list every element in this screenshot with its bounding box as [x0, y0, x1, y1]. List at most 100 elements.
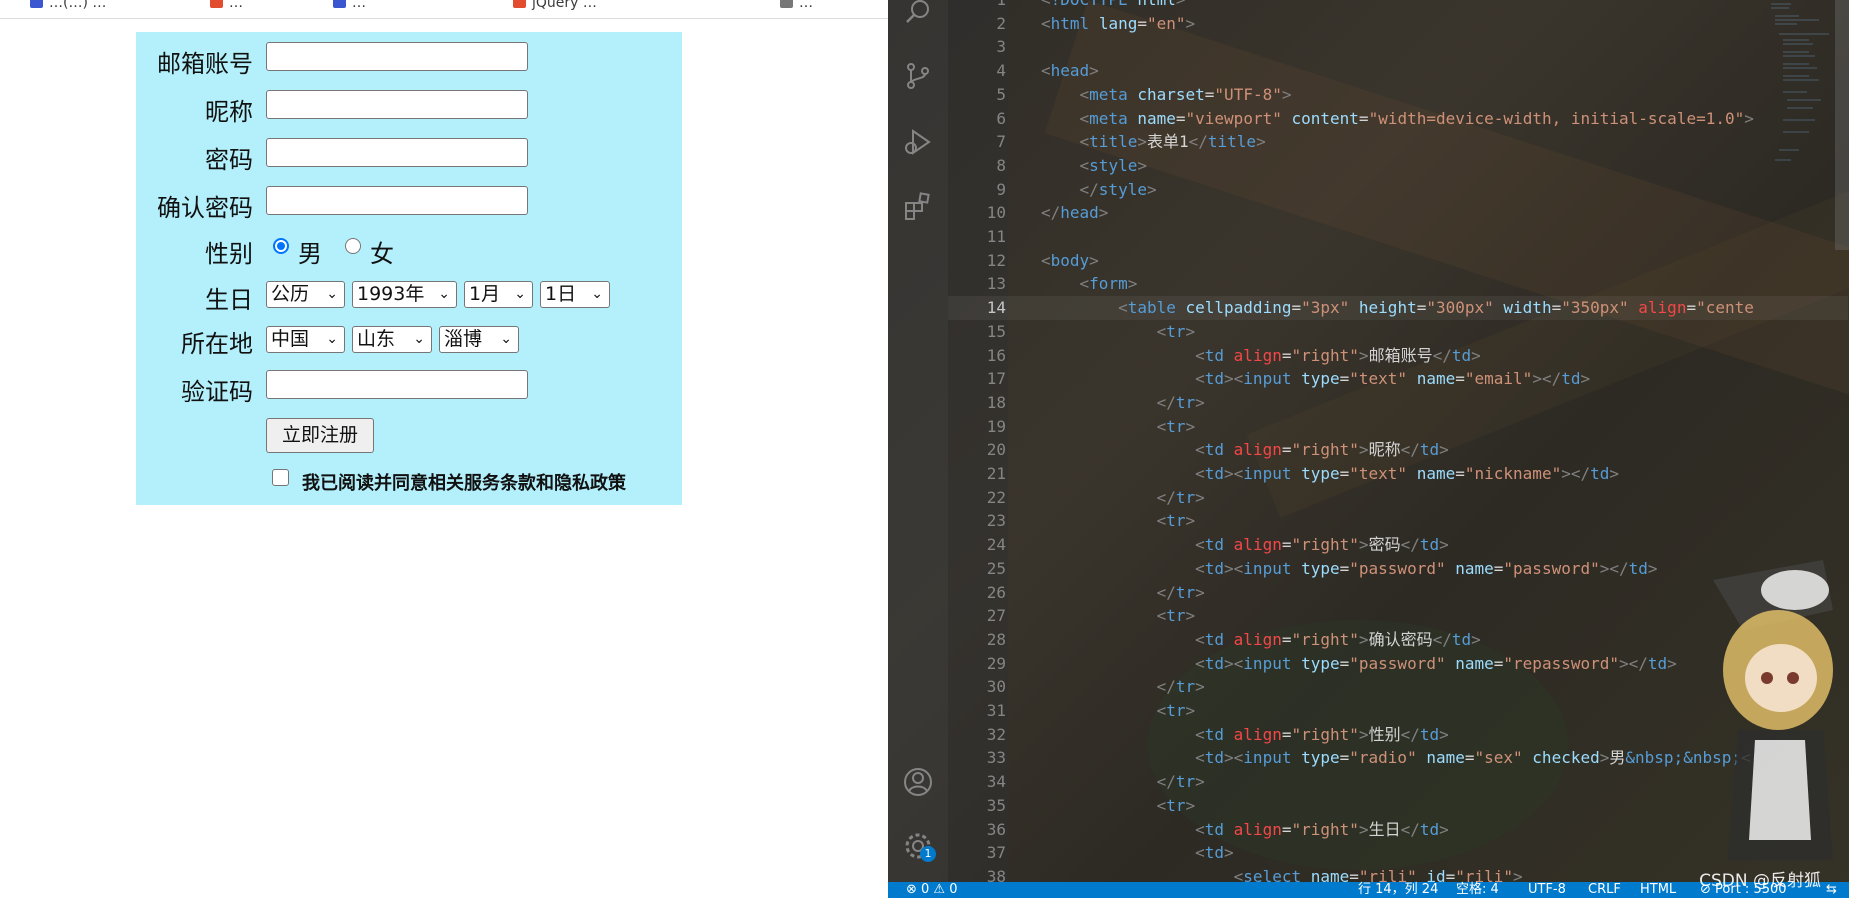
code-line[interactable]: 2 <html lang="en"> [948, 12, 1848, 36]
code-token: width [1503, 298, 1552, 318]
country-select[interactable]: 中国 ⌄ [266, 326, 345, 353]
code-token: < [1079, 132, 1090, 152]
code-line[interactable]: 5 <meta charset="UTF-8"> [948, 83, 1848, 107]
code-line[interactable]: 24 <td align="right">密码</td> [948, 533, 1848, 557]
code-token: > [1146, 179, 1157, 199]
bookmark-item[interactable]: jQuery … [513, 0, 597, 16]
code-line[interactable]: 4 <head> [948, 59, 1848, 83]
repassword-input[interactable] [266, 186, 528, 215]
code-content: <td><input type="text" name="email"></td… [1041, 367, 1590, 391]
code-token: = [1455, 369, 1465, 389]
province-select[interactable]: 山东 ⌄ [352, 326, 432, 353]
run-debug-icon[interactable] [902, 126, 934, 158]
day-select[interactable]: 1日 ⌄ [540, 281, 610, 308]
code-content: <td align="right">性别</td> [1041, 723, 1449, 747]
code-line[interactable]: 11 [948, 225, 1848, 249]
line-number: 25 [986, 558, 1006, 578]
code-line[interactable]: 9 </style> [948, 178, 1848, 202]
line-number: 13 [986, 274, 1006, 294]
bookmark-item[interactable]: …(…) … [30, 0, 106, 16]
nickname-input[interactable] [266, 90, 528, 119]
gender-label: 性别 [205, 240, 253, 268]
problems-indicator[interactable]: ⊗ 0 ⚠ 0 [906, 882, 958, 898]
indentation-status[interactable]: 空格: 4 [1456, 882, 1499, 898]
code-token: td [1204, 629, 1234, 649]
code-token: > [1185, 511, 1196, 531]
code-line[interactable]: 23 <tr> [948, 509, 1848, 533]
code-token: td [1204, 369, 1225, 389]
notifications-icon[interactable]: ⇆ [1826, 882, 1837, 898]
account-icon[interactable] [902, 766, 934, 798]
code-line[interactable]: 22 </tr> [948, 486, 1848, 510]
cursor-position[interactable]: 行 14，列 24 [1358, 882, 1438, 898]
code-token: name [1455, 558, 1494, 578]
code-token: td [1451, 345, 1472, 365]
code-line[interactable]: 21 <td><input type="text" name="nickname… [948, 462, 1848, 486]
code-line[interactable]: 18 </tr> [948, 391, 1848, 415]
eol-status[interactable]: CRLF [1588, 882, 1621, 898]
encoding-status[interactable]: UTF-8 [1528, 882, 1566, 898]
code-token: align [1233, 345, 1282, 365]
gender-male-radio[interactable] [273, 238, 289, 254]
code-token: td [1628, 558, 1648, 578]
code-token: input [1243, 369, 1302, 389]
code-token: "password" [1349, 558, 1456, 578]
bookmark-label: … [799, 0, 813, 11]
code-line[interactable]: 13 <form> [948, 272, 1848, 296]
email-input[interactable] [266, 42, 528, 71]
bookmark-item[interactable]: … [333, 0, 366, 16]
code-token: = [1137, 13, 1147, 33]
month-select[interactable]: 1月 ⌄ [464, 281, 533, 308]
code-token: < [1195, 843, 1205, 863]
password-input[interactable] [266, 138, 528, 167]
code-token: > [1471, 345, 1481, 365]
extensions-icon[interactable] [902, 190, 934, 222]
code-line[interactable]: 10 </head> [948, 201, 1848, 225]
code-line[interactable]: 15 <tr> [948, 320, 1848, 344]
code-content: <tr> [1041, 604, 1196, 628]
chevron-down-icon: ⌄ [500, 331, 512, 347]
code-line[interactable]: 19 <tr> [948, 415, 1848, 439]
code-token: = [1358, 108, 1369, 128]
code-token: < [1041, 250, 1051, 270]
language-mode[interactable]: HTML [1640, 882, 1676, 898]
code-line[interactable]: 7 <title>表单1</title> [948, 130, 1848, 154]
code-line[interactable]: 16 <td align="right">邮箱账号</td> [948, 344, 1848, 368]
year-select[interactable]: 1993年 ⌄ [352, 281, 457, 308]
bookmark-item[interactable]: … [210, 0, 243, 16]
bookmark-item[interactable]: … [780, 0, 813, 16]
code-content: </tr> [1041, 675, 1205, 699]
editor-scrollbar[interactable] [1835, 0, 1849, 250]
code-token: tr [1175, 677, 1196, 697]
code-line[interactable]: 3 [948, 35, 1848, 59]
source-control-icon[interactable] [902, 60, 934, 92]
code-token: </ [1156, 392, 1176, 412]
code-token: > [1137, 132, 1147, 152]
calendar-select[interactable]: 公历 ⌄ [266, 281, 345, 308]
gender-female-radio[interactable] [345, 238, 361, 254]
register-button[interactable]: 立即注册 [266, 418, 374, 453]
birthday-label: 生日 [205, 286, 253, 314]
code-line[interactable]: 17 <td><input type="text" name="email"><… [948, 367, 1848, 391]
line-number: 6 [996, 108, 1006, 128]
code-line[interactable]: 1 <!DOCTYPE html> [948, 0, 1848, 12]
search-icon[interactable] [902, 0, 934, 28]
code-line[interactable]: 12 <body> [948, 249, 1848, 273]
code-token: "repassword" [1503, 653, 1619, 673]
code-line[interactable]: 8 <style> [948, 154, 1848, 178]
agree-checkbox[interactable] [272, 469, 289, 486]
code-line[interactable]: 20 <td align="right">昵称</td> [948, 438, 1848, 462]
city-select[interactable]: 淄博 ⌄ [439, 326, 519, 353]
captcha-input[interactable] [266, 370, 528, 399]
code-token: "viewport" [1185, 108, 1292, 128]
minimap[interactable] [1769, 0, 1839, 175]
code-line[interactable]: 14 <table cellpadding="3px" height="300p… [948, 296, 1848, 320]
code-line[interactable]: 6 <meta name="viewport" content="width=d… [948, 107, 1848, 131]
bookmark-label: … [229, 0, 243, 11]
code-token: align [1233, 819, 1282, 839]
code-token: td [1590, 464, 1610, 483]
